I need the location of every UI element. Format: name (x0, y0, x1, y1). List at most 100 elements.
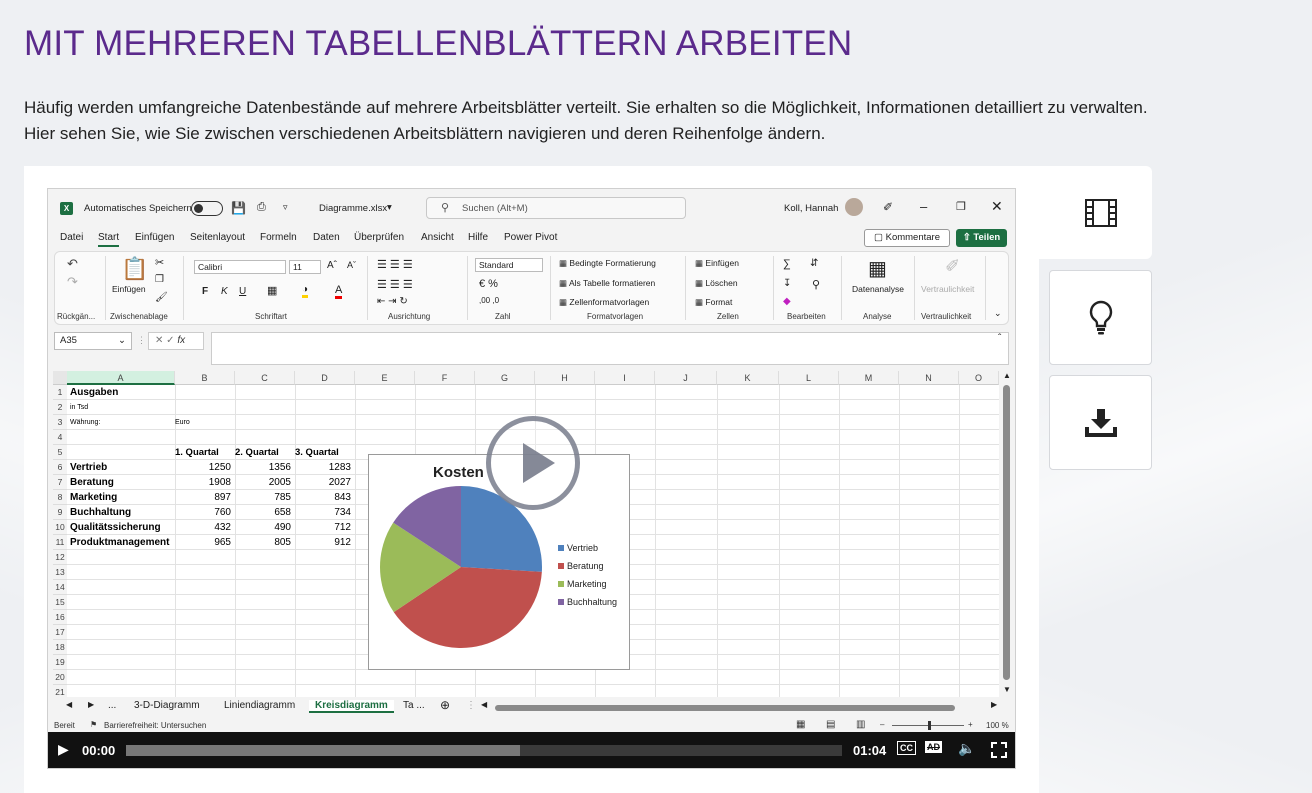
autosum-icon[interactable]: ∑ (783, 258, 791, 270)
cell-a3[interactable]: Währung: (70, 415, 100, 430)
cell-d5[interactable]: 3. Quartal (295, 445, 339, 460)
autosave-toggle[interactable] (191, 201, 223, 216)
horizontal-scroll-thumb[interactable] (495, 705, 955, 711)
border-icon[interactable]: ▦ (267, 284, 277, 297)
table-row-label[interactable]: Produktmanagement (70, 535, 169, 550)
progress-bar[interactable] (126, 745, 842, 756)
underline-button[interactable]: U (239, 286, 246, 297)
indent-icon[interactable]: ⇤ ⇥ ↻ (377, 296, 408, 307)
italic-button[interactable]: K (221, 286, 228, 297)
tab-seitenlayout[interactable]: Seitenlayout (190, 232, 245, 243)
column-header[interactable]: J (655, 371, 717, 385)
tab-power-pivot[interactable]: Power Pivot (504, 232, 557, 243)
insert-cells-button[interactable]: ▦ Einfügen (695, 258, 739, 269)
sheet-tab-3d[interactable]: 3-D-Diagramm (134, 700, 200, 711)
quick-access-dropdown-icon[interactable]: ▿ (283, 202, 288, 213)
pen-icon[interactable]: ✐ (883, 200, 893, 214)
tab-start[interactable]: Start (98, 232, 120, 247)
save-icon[interactable]: 💾 (231, 201, 246, 215)
tab-hilfe[interactable]: Hilfe (468, 232, 488, 243)
column-header[interactable]: N (899, 371, 959, 385)
zoom-out-icon[interactable]: – (880, 720, 884, 729)
cell-b5[interactable]: 1. Quartal (175, 445, 219, 460)
avatar[interactable] (845, 198, 863, 216)
sheet-tab-more[interactable]: ... (108, 700, 116, 711)
row-header[interactable]: 5 (53, 445, 67, 460)
paste-icon[interactable]: 📋 (121, 256, 148, 282)
table-cell-q1[interactable]: 760 (175, 505, 231, 520)
sensitivity-label[interactable]: Vertraulichkeit (921, 284, 974, 294)
paste-label[interactable]: Einfügen (112, 284, 146, 294)
data-analysis-icon[interactable]: ▦ (868, 256, 887, 281)
table-cell-q2[interactable]: 490 (235, 520, 291, 535)
table-cell-q3[interactable]: 2027 (295, 475, 351, 490)
file-name[interactable]: Diagramme.xlsx (319, 203, 387, 214)
cell-c5[interactable]: 2. Quartal (235, 445, 279, 460)
row-header[interactable]: 19 (53, 655, 67, 670)
row-header[interactable]: 18 (53, 640, 67, 655)
select-all-corner[interactable] (53, 371, 67, 385)
formula-icons[interactable]: ✕ ✓ fx (148, 332, 204, 350)
row-header[interactable]: 1 (53, 385, 67, 400)
clear-icon[interactable]: ◆ (783, 296, 791, 307)
scroll-right-icon[interactable]: ▶ (991, 700, 997, 709)
next-sheet-icon[interactable]: ▶ (88, 700, 94, 709)
sensitivity-icon[interactable]: ✐ (945, 256, 960, 277)
row-header[interactable]: 7 (53, 475, 67, 490)
fill-color-icon[interactable]: ◑ (302, 284, 309, 298)
number-format-select[interactable]: Standard (475, 258, 543, 272)
tab-ansicht[interactable]: Ansicht (421, 232, 454, 243)
teilen-button[interactable]: ⇧ Teilen (956, 229, 1007, 247)
column-header[interactable]: B (175, 371, 235, 385)
table-cell-q1[interactable]: 965 (175, 535, 231, 550)
play-icon[interactable]: ▶ (58, 741, 69, 758)
column-header[interactable]: M (839, 371, 899, 385)
sheet-tab-kreis[interactable]: Kreisdiagramm (309, 700, 394, 713)
delete-cells-button[interactable]: ▦ Löschen (695, 278, 738, 289)
zoom-in-icon[interactable]: + (968, 720, 973, 729)
table-cell-q3[interactable]: 712 (295, 520, 351, 535)
fullscreen-icon[interactable] (991, 742, 1007, 758)
page-layout-icon[interactable]: ▤ (826, 719, 835, 730)
video-player[interactable]: X Automatisches Speichern 💾 ⎙ ▿ Diagramm… (47, 188, 1016, 769)
data-analysis-label[interactable]: Datenanalyse (852, 284, 904, 294)
font-color-icon[interactable]: A (335, 284, 343, 299)
restore-icon[interactable]: ❐ (956, 200, 966, 213)
table-row-label[interactable]: Vertrieb (70, 460, 107, 475)
expand-formula-icon[interactable]: ˆ (998, 333, 1001, 344)
row-header[interactable]: 12 (53, 550, 67, 565)
table-cell-q3[interactable]: 734 (295, 505, 351, 520)
row-header[interactable]: 20 (53, 670, 67, 685)
audio-description-icon[interactable]: AD (925, 741, 942, 753)
table-cell-q3[interactable]: 1283 (295, 460, 351, 475)
table-cell-q2[interactable]: 805 (235, 535, 291, 550)
sheet-tab-linien[interactable]: Liniendiagramm (224, 700, 295, 711)
tips-button[interactable] (1049, 270, 1152, 365)
decimal-icon[interactable]: ,00 ,0 (479, 296, 499, 305)
status-accessibility[interactable]: Barrierefreiheit: Untersuchen (104, 721, 206, 730)
copy-icon[interactable]: ❐ (155, 274, 164, 285)
add-sheet-icon[interactable]: ⊕ (440, 698, 450, 712)
format-painter-icon[interactable]: 🖌 (155, 292, 168, 303)
search-box[interactable]: ⚲ Suchen (Alt+M) (426, 197, 686, 219)
video-tab-button[interactable] (1049, 166, 1152, 259)
row-header[interactable]: 8 (53, 490, 67, 505)
table-row-label[interactable]: Qualitätssicherung (70, 520, 161, 535)
cell-a1[interactable]: Ausgaben (70, 385, 118, 400)
prev-sheet-icon[interactable]: ◀ (66, 700, 72, 709)
undo-icon[interactable]: ↶ (67, 256, 78, 272)
tab-ueberpruefen[interactable]: Überprüfen (354, 232, 404, 243)
tab-formeln[interactable]: Formeln (260, 232, 297, 243)
conditional-format-button[interactable]: ▦ Bedingte Formatierung (559, 258, 656, 269)
grow-font-icon[interactable]: Aˆ (327, 260, 337, 271)
normal-view-icon[interactable]: ▦ (796, 719, 805, 730)
print-icon[interactable]: ⎙ (257, 201, 266, 214)
row-header[interactable]: 16 (53, 610, 67, 625)
tab-datei[interactable]: Datei (60, 232, 83, 243)
minimize-icon[interactable]: – (920, 199, 927, 214)
table-cell-q1[interactable]: 1908 (175, 475, 231, 490)
column-header[interactable]: I (595, 371, 655, 385)
column-header[interactable]: K (717, 371, 779, 385)
captions-icon[interactable]: CC (897, 741, 916, 755)
close-icon[interactable]: ✕ (991, 198, 1003, 215)
